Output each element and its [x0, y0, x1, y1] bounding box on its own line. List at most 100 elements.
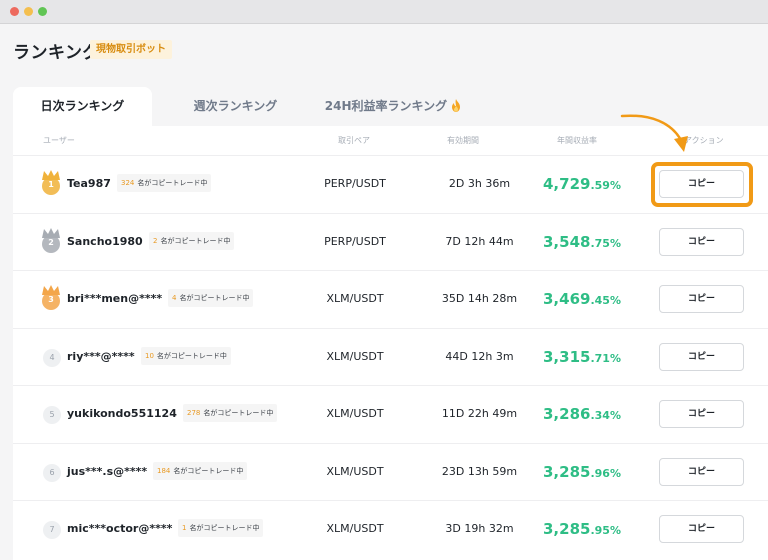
- trading-pair: XLM/USDT: [326, 522, 384, 535]
- user-name[interactable]: bri***men@****: [67, 292, 162, 305]
- roi-integer: 3,285: [543, 462, 591, 481]
- copier-suffix: 名がコピートレード中: [160, 236, 231, 245]
- user-name[interactable]: Sancho1980: [67, 235, 143, 248]
- annual-roi: 3,548.75%: [543, 232, 621, 251]
- annual-roi: 3,315.71%: [543, 347, 621, 366]
- trading-pair: XLM/USDT: [326, 349, 384, 363]
- table-row: 7 mic***octor@**** 1 名がコピートレード中 XLM/USDT 3D 1…: [13, 500, 768, 557]
- rank-number: 7: [43, 521, 61, 539]
- copier-count-badge: 324 名がコピートレード中: [117, 174, 212, 192]
- close-window-button[interactable]: [10, 7, 19, 16]
- copier-count: 10: [145, 351, 154, 360]
- tab-weekly-ranking[interactable]: 週次ランキング: [163, 87, 308, 126]
- table-row: 4 riy***@**** 10 名がコピートレード中 XLM/USDT 44D 12h …: [13, 327, 768, 385]
- copier-suffix: 名がコピートレード中: [137, 179, 208, 187]
- roi-decimal: .75%: [590, 236, 621, 250]
- roi-decimal: .34%: [590, 409, 621, 422]
- copy-button[interactable]: コピー: [659, 342, 744, 371]
- active-period: 44D 12h 3m: [445, 349, 514, 363]
- active-period: 11D 22h 49m: [441, 407, 518, 420]
- rank-number: 6: [43, 463, 61, 482]
- copier-suffix: 名がコピートレード中: [156, 351, 227, 360]
- active-period: 3D 19h 32m: [445, 522, 514, 535]
- trading-pair: XLM/USDT: [326, 407, 384, 420]
- trading-pair: PERP/USDT: [324, 234, 386, 248]
- column-header-pair: 取引ペア: [338, 136, 370, 145]
- roi-integer: 3,315: [543, 347, 591, 366]
- page-title: ランキング: [13, 43, 100, 63]
- annual-roi: 3,469.45%: [543, 289, 621, 308]
- roi-decimal: .71%: [590, 351, 621, 365]
- rank-number: 3: [48, 295, 54, 304]
- table-row: 3 bri***men@**** 4 名がコピートレード中 XLM/USDT 35D 14…: [13, 270, 768, 327]
- trading-pair: XLM/USDT: [326, 464, 384, 478]
- roi-decimal: .95%: [590, 524, 621, 537]
- fire-icon: [452, 99, 461, 112]
- roi-decimal: .96%: [590, 466, 621, 480]
- copier-count: 324: [121, 179, 135, 187]
- copy-button[interactable]: コピー: [659, 285, 744, 313]
- copier-count-badge: 10 名がコピートレード中: [141, 346, 231, 365]
- copier-count-badge: 1 名がコピートレード中: [178, 519, 264, 537]
- annual-roi: 3,286.34%: [543, 404, 621, 423]
- zoom-window-button[interactable]: [38, 7, 47, 16]
- copier-suffix: 名がコピートレード中: [179, 294, 250, 302]
- roi-decimal: .45%: [590, 294, 621, 307]
- pointer-arrow-icon: [620, 114, 688, 152]
- active-period: 2D 3h 36m: [448, 177, 511, 190]
- copier-suffix: 名がコピートレード中: [203, 409, 274, 417]
- copier-count-badge: 184 名がコピートレード中: [153, 461, 248, 480]
- copy-button[interactable]: コピー: [659, 170, 744, 198]
- rank-number: 5: [43, 406, 61, 424]
- active-period: 35D 14h 28m: [441, 292, 518, 305]
- annual-roi: 4,729.59%: [543, 174, 621, 193]
- roi-decimal: .59%: [590, 179, 621, 192]
- rank-number: 4: [43, 348, 61, 367]
- roi-integer: 3,469: [543, 290, 591, 308]
- tab-24h-roi-ranking[interactable]: 24H利益率ランキング: [313, 87, 473, 126]
- rank-number: 1: [48, 180, 54, 189]
- annual-roi: 3,285.96%: [543, 462, 621, 481]
- copy-button[interactable]: コピー: [659, 457, 744, 486]
- window-titlebar: [0, 0, 768, 24]
- column-header-period: 有効期間: [447, 136, 479, 145]
- user-name[interactable]: mic***octor@****: [67, 522, 172, 535]
- copy-button[interactable]: コピー: [659, 515, 744, 543]
- column-header-roi: 年間収益率: [557, 136, 597, 145]
- copier-count-badge: 2 名がコピートレード中: [149, 231, 235, 250]
- copier-count: 2: [153, 236, 158, 245]
- roi-integer: 4,729: [543, 175, 591, 193]
- copier-count: 1: [182, 524, 187, 532]
- annual-roi: 3,285.95%: [543, 519, 621, 538]
- copier-count: 278: [187, 409, 201, 417]
- active-period: 7D 12h 44m: [445, 234, 514, 248]
- tab-label: 日次ランキング: [40, 99, 125, 113]
- tab-daily-ranking[interactable]: 日次ランキング: [13, 87, 152, 126]
- minimize-window-button[interactable]: [24, 7, 33, 16]
- copier-count-badge: 4 名がコピートレード中: [168, 289, 254, 307]
- active-period: 23D 13h 59m: [441, 464, 518, 478]
- user-name[interactable]: jus***.s@****: [67, 465, 147, 478]
- spot-bot-badge[interactable]: 現物取引ボット: [90, 40, 172, 59]
- roi-integer: 3,285: [543, 520, 591, 538]
- copier-count-badge: 278 名がコピートレード中: [183, 404, 278, 422]
- user-name[interactable]: yukikondo551124: [67, 407, 177, 420]
- tab-label: 24H利益率ランキング: [324, 99, 448, 113]
- roi-integer: 3,286: [543, 405, 591, 423]
- copier-suffix: 名がコピートレード中: [189, 524, 260, 532]
- trading-pair: XLM/USDT: [326, 292, 384, 305]
- copier-count: 4: [172, 294, 177, 302]
- table-row: 2 Sancho1980 2 名がコピートレード中 PERP/USDT 7D 12h 44…: [13, 212, 768, 270]
- table-row: 5 yukikondo551124 278 名がコピートレード中 XLM/USDT 11D…: [13, 385, 768, 442]
- copy-button[interactable]: コピー: [659, 227, 744, 256]
- user-name[interactable]: riy***@****: [67, 350, 135, 363]
- table-row: 6 jus***.s@**** 184 名がコピートレード中 XLM/USDT 23D 1…: [13, 442, 768, 500]
- copier-suffix: 名がコピートレード中: [173, 466, 244, 475]
- copier-count: 184: [157, 466, 171, 475]
- user-name[interactable]: Tea987: [67, 177, 111, 190]
- column-header-user: ユーザー: [43, 136, 75, 145]
- copy-button[interactable]: コピー: [659, 400, 744, 428]
- tab-label: 週次ランキング: [193, 99, 278, 113]
- roi-integer: 3,548: [543, 232, 591, 251]
- trading-pair: PERP/USDT: [324, 177, 386, 190]
